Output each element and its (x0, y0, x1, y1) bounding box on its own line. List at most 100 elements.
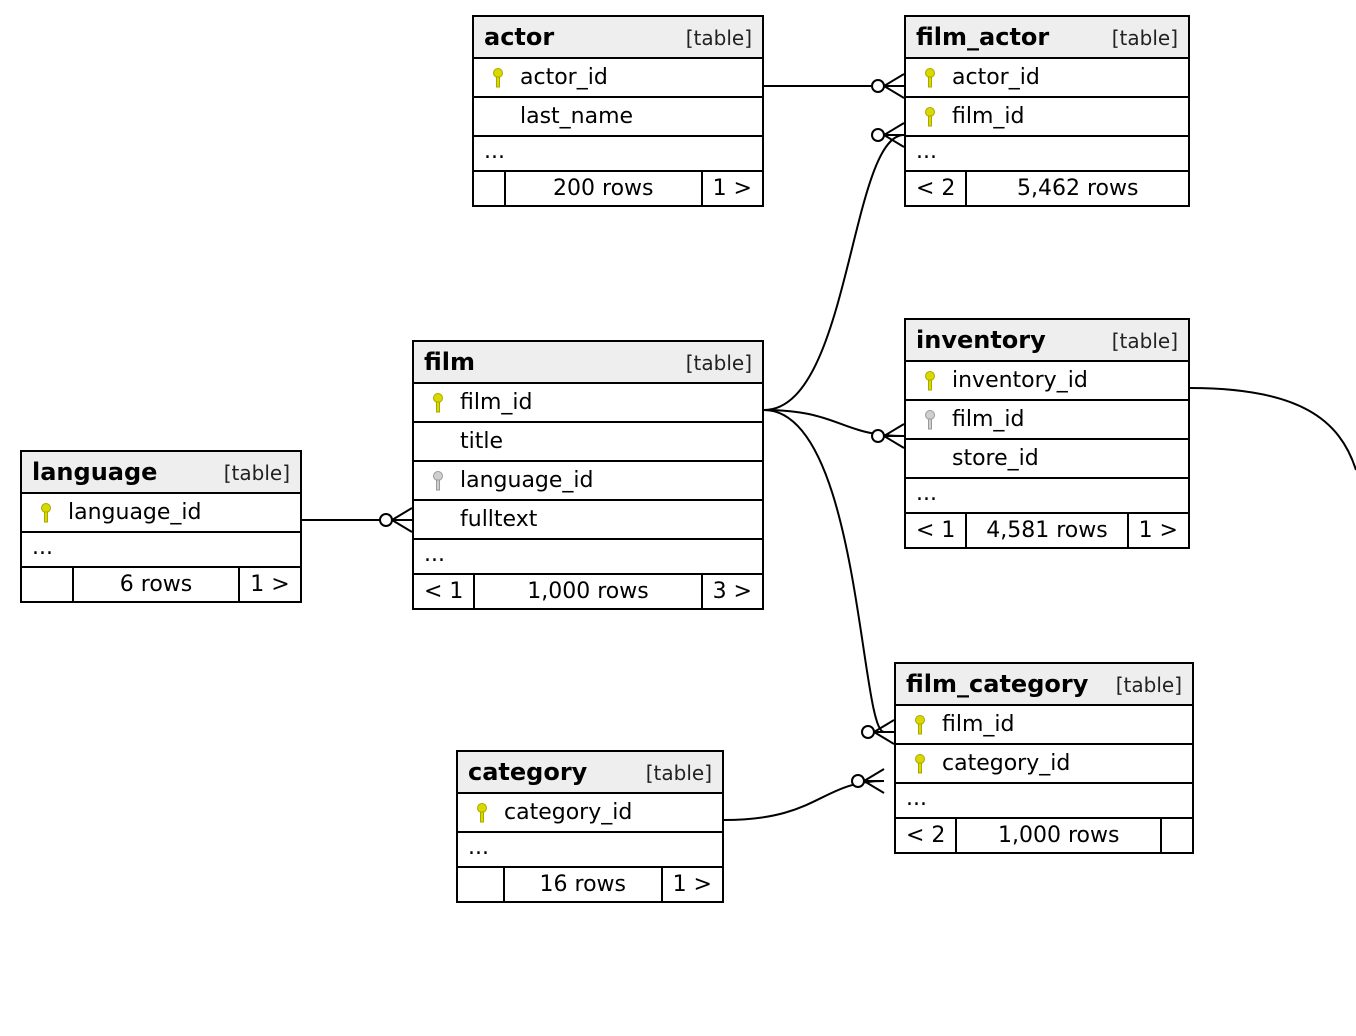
column-name: film_id (944, 407, 1024, 432)
table-footer: 16 rows 1 > (458, 868, 722, 901)
ellipsis: ... (414, 540, 762, 575)
table-header: category [table] (458, 752, 722, 794)
table-header: language [table] (22, 452, 300, 494)
column-row: title (414, 423, 762, 462)
in-refs: < 1 (414, 575, 475, 608)
table-kind: [table] (1116, 673, 1182, 697)
column-name: actor_id (944, 65, 1040, 90)
table-title: film_category (906, 670, 1088, 698)
rel-actor-filmactor (764, 74, 904, 98)
column-name: last_name (512, 104, 633, 129)
key-icon (906, 753, 934, 775)
table-footer: 200 rows 1 > (474, 172, 762, 205)
key-icon (916, 409, 944, 431)
key-icon (468, 802, 496, 824)
out-refs: 1 > (663, 868, 722, 901)
row-count: 1,000 rows (475, 575, 702, 608)
column-row: film_id (906, 401, 1188, 440)
table-title: inventory (916, 326, 1046, 354)
rel-category-filmcategory (724, 769, 884, 820)
key-icon (906, 714, 934, 736)
column-row: language_id (414, 462, 762, 501)
rel-language-film (302, 508, 412, 532)
table-film: film [table] film_id title language_id f… (412, 340, 764, 610)
in-refs: < 2 (896, 819, 957, 852)
column-name: fulltext (452, 507, 537, 532)
key-icon (424, 470, 452, 492)
ellipsis: ... (906, 479, 1188, 514)
column-row: fulltext (414, 501, 762, 540)
table-film-category: film_category [table] film_id category_i… (894, 662, 1194, 854)
table-kind: [table] (1112, 26, 1178, 50)
ellipsis: ... (906, 137, 1188, 172)
column-row: actor_id (906, 59, 1188, 98)
column-name: language_id (60, 500, 202, 525)
table-footer: < 1 4,581 rows 1 > (906, 514, 1188, 547)
key-icon (916, 370, 944, 392)
ellipsis: ... (458, 833, 722, 868)
table-header: film_category [table] (896, 664, 1192, 706)
rel-inventory-out (1190, 388, 1356, 470)
ellipsis: ... (22, 533, 300, 568)
column-name: category_id (496, 800, 632, 825)
row-count: 5,462 rows (967, 172, 1188, 205)
column-row: film_id (906, 98, 1188, 137)
table-header: actor [table] (474, 17, 762, 59)
row-count: 6 rows (74, 568, 240, 601)
row-count: 1,000 rows (957, 819, 1162, 852)
table-film-actor: film_actor [table] actor_id film_id ... … (904, 15, 1190, 207)
row-count: 200 rows (506, 172, 703, 205)
table-title: film_actor (916, 23, 1049, 51)
rel-film-filmactor (764, 123, 904, 410)
row-count: 16 rows (505, 868, 663, 901)
table-title: actor (484, 23, 554, 51)
key-icon (424, 392, 452, 414)
table-header: film_actor [table] (906, 17, 1188, 59)
table-kind: [table] (686, 351, 752, 375)
rel-film-filmcategory (764, 410, 894, 744)
table-header: film [table] (414, 342, 762, 384)
key-icon (484, 67, 512, 89)
out-refs (1162, 819, 1192, 852)
table-title: film (424, 348, 475, 376)
key-icon (916, 106, 944, 128)
column-name: title (452, 429, 503, 454)
column-row: store_id (906, 440, 1188, 479)
table-inventory: inventory [table] inventory_id film_id s… (904, 318, 1190, 549)
in-refs: < 2 (906, 172, 967, 205)
table-title: language (32, 458, 157, 486)
column-name: actor_id (512, 65, 608, 90)
table-footer: 6 rows 1 > (22, 568, 300, 601)
column-name: film_id (934, 712, 1014, 737)
table-title: category (468, 758, 587, 786)
out-refs: 1 > (240, 568, 300, 601)
column-row: category_id (896, 745, 1192, 784)
key-icon (916, 67, 944, 89)
ellipsis: ... (474, 137, 762, 172)
out-refs: 3 > (703, 575, 762, 608)
column-row: inventory_id (906, 362, 1188, 401)
key-icon (32, 502, 60, 524)
table-header: inventory [table] (906, 320, 1188, 362)
table-actor: actor [table] actor_id last_name ... 200… (472, 15, 764, 207)
column-name: store_id (944, 446, 1039, 471)
table-kind: [table] (224, 461, 290, 485)
column-row: language_id (22, 494, 300, 533)
row-count: 4,581 rows (967, 514, 1128, 547)
column-name: category_id (934, 751, 1070, 776)
table-language: language [table] language_id ... 6 rows … (20, 450, 302, 603)
table-footer: < 2 5,462 rows (906, 172, 1188, 205)
table-kind: [table] (646, 761, 712, 785)
column-name: film_id (452, 390, 532, 415)
out-refs: 1 > (1129, 514, 1188, 547)
table-footer: < 1 1,000 rows 3 > (414, 575, 762, 608)
rel-film-inventory (764, 410, 904, 448)
column-row: category_id (458, 794, 722, 833)
table-footer: < 2 1,000 rows (896, 819, 1192, 852)
table-kind: [table] (1112, 329, 1178, 353)
table-category: category [table] category_id ... 16 rows… (456, 750, 724, 903)
column-name: inventory_id (944, 368, 1088, 393)
column-row: film_id (896, 706, 1192, 745)
in-refs: < 1 (906, 514, 967, 547)
column-name: film_id (944, 104, 1024, 129)
